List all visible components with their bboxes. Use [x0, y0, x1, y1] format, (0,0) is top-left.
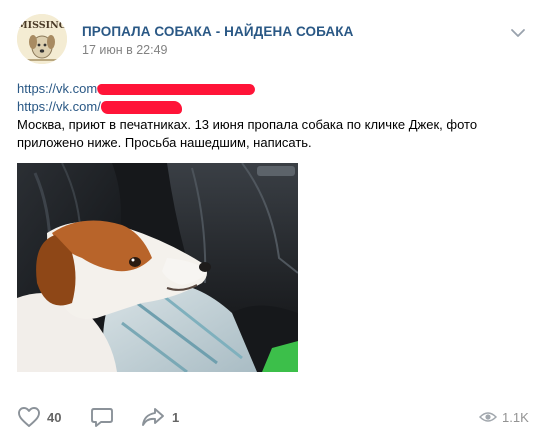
views-count: 1.1K — [502, 409, 529, 425]
views-indicator: 1.1K — [479, 400, 529, 434]
post-text: https://vk.com https://vk.com/ Москва, п… — [17, 80, 532, 152]
heart-icon — [18, 407, 40, 427]
dog-photo-image — [17, 163, 298, 372]
post-actions-bar: 40 1 1.1K — [0, 400, 544, 434]
comment-icon — [91, 408, 113, 427]
share-button[interactable]: 1 — [140, 400, 179, 434]
group-name-link[interactable]: ПРОПАЛА СОБАКА - НАЙДЕНА СОБАКА — [82, 24, 353, 39]
link-line-2: https://vk.com/ — [17, 98, 532, 116]
share-icon — [142, 408, 164, 426]
eye-icon — [479, 412, 497, 422]
like-count: 40 — [47, 409, 62, 425]
dog-photo[interactable] — [17, 163, 298, 372]
post-date[interactable]: 17 июн в 22:49 — [82, 43, 168, 57]
redacted-link-mark — [100, 101, 182, 115]
link-line-1: https://vk.com — [17, 80, 532, 98]
group-avatar[interactable]: MISSING — [17, 14, 67, 64]
link-2[interactable]: https://vk.com/ — [17, 99, 101, 114]
avatar-text: MISSING — [17, 20, 67, 31]
post-menu-button[interactable] — [508, 26, 528, 40]
chevron-down-icon — [511, 29, 525, 37]
link-1[interactable]: https://vk.com — [17, 81, 97, 96]
missing-poster-image: MISSING — [17, 14, 67, 64]
post-body-text: Москва, приют в печатниках. 13 июня проп… — [17, 117, 478, 150]
redacted-link-mark — [96, 84, 256, 96]
wall-post: MISSING ПРОПАЛА СОБАКА - НАЙДЕНА СОБАКА … — [0, 0, 544, 439]
comment-button[interactable] — [90, 400, 120, 434]
share-count: 1 — [172, 409, 180, 425]
like-button[interactable]: 40 — [17, 400, 61, 434]
